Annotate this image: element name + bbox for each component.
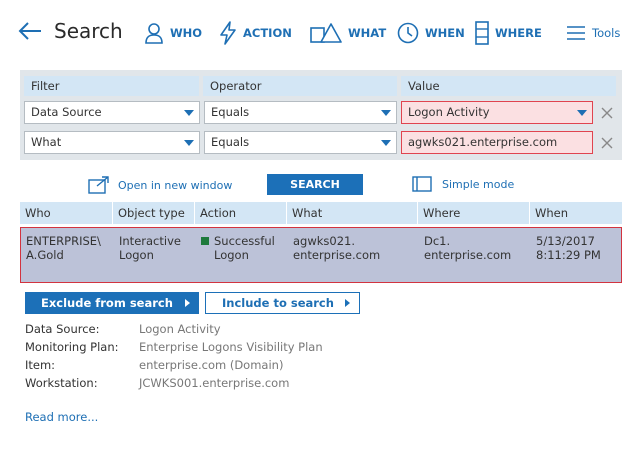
detail-label: Workstation: [25,376,98,390]
success-status-icon [201,237,209,245]
cell-when: 5/13/2017 8:11:29 PM [536,234,601,262]
nav-who-label: WHO [170,26,203,40]
value-column-header: Value [401,76,616,96]
nav-action-label: ACTION [243,26,292,40]
detail-value: Enterprise Logons Visibility Plan [139,340,323,354]
cell-what: agwks021. enterprise.com [293,234,381,262]
page-title: Search [54,19,123,43]
column-header-when[interactable]: When [530,202,622,224]
simple-mode-icon [412,176,432,192]
detail-value: Logon Activity [139,322,221,336]
chevron-down-icon [184,140,194,146]
table-row[interactable]: ENTERPRISE\ A.Gold Interactive Logon Suc… [20,227,622,283]
include-to-search-label: Include to search [222,296,334,310]
nav-what-label: WHAT [348,26,387,40]
nav-what-button[interactable]: WHAT [310,18,386,48]
operator-column-header: Operator [203,76,397,96]
exclude-from-search-label: Exclude from search [41,296,173,310]
nav-action-button[interactable]: ACTION [219,18,292,48]
detail-value: JCWKS001.enterprise.com [139,376,290,390]
lightning-icon [220,21,236,45]
nav-tools-button[interactable]: Tools [566,18,620,48]
column-header-where[interactable]: Where [418,202,530,224]
nav-where-button[interactable]: WHERE [475,18,542,48]
value-input-row2[interactable]: agwks021.enterprise.com [401,131,593,154]
nav-who-button[interactable]: WHO [144,18,202,48]
back-arrow-icon[interactable] [17,18,43,44]
cell-object-type: Interactive Logon [119,234,181,262]
results-header: Who Object type Action What Where When [20,202,622,224]
chevron-down-icon [184,110,194,116]
clock-icon [397,22,419,44]
user-icon [145,23,163,44]
cell-where: Dc1. enterprise.com [424,234,512,262]
operator-select-row1[interactable]: Equals [204,101,397,124]
simple-mode-link[interactable]: Simple mode [412,176,514,192]
filter-select-value: Data Source [31,105,102,119]
chevron-down-icon [381,140,391,146]
close-icon[interactable] [600,136,614,150]
chevron-down-icon [381,110,391,116]
filter-column-header: Filter [24,76,199,96]
column-header-action[interactable]: Action [195,202,287,224]
nav-when-button[interactable]: WHEN [397,18,465,48]
nav-when-label: WHEN [425,26,465,40]
filter-select-row2[interactable]: What [24,131,200,154]
filter-select-value: What [31,135,62,149]
filter-select-row1[interactable]: Data Source [24,101,200,124]
external-window-icon [88,176,109,194]
filter-panel: Filter Operator Value Data Source Equals… [20,70,622,160]
detail-label: Item: [25,358,56,372]
search-button[interactable]: SEARCH [267,174,363,195]
shapes-icon [310,23,342,43]
detail-label: Data Source: [25,322,100,336]
open-new-window-link[interactable]: Open in new window [88,176,232,194]
chevron-right-icon [185,299,190,307]
cell-action: Successful Logon [201,234,286,262]
operator-select-value: Equals [211,105,250,119]
value-select-row1[interactable]: Logon Activity [401,101,593,124]
server-icon [475,21,489,45]
column-header-what[interactable]: What [287,202,418,224]
nav-tools-label: Tools [592,26,621,40]
operator-select-row2[interactable]: Equals [204,131,397,154]
chevron-down-icon [577,110,587,116]
chevron-right-icon [345,299,350,307]
open-new-window-label: Open in new window [118,178,233,192]
value-select-value: Logon Activity [408,105,490,119]
read-more-link[interactable]: Read more... [25,410,98,424]
nav-where-label: WHERE [495,26,542,40]
column-header-who[interactable]: Who [20,202,113,224]
value-input-value: agwks021.enterprise.com [408,135,558,149]
top-bar: Search WHO ACTION WHAT WHEN WHERE Tools [0,0,640,66]
detail-label: Monitoring Plan: [25,340,119,354]
menu-icon [567,26,585,40]
simple-mode-label: Simple mode [442,177,515,191]
cell-who: ENTERPRISE\ A.Gold [26,234,101,262]
detail-value: enterprise.com (Domain) [139,358,284,372]
cell-action-text: Successful Logon [214,234,275,262]
exclude-from-search-button[interactable]: Exclude from search [25,292,199,314]
include-to-search-button[interactable]: Include to search [205,292,360,314]
close-icon[interactable] [600,106,614,120]
column-header-object-type[interactable]: Object type [113,202,195,224]
operator-select-value: Equals [211,135,250,149]
